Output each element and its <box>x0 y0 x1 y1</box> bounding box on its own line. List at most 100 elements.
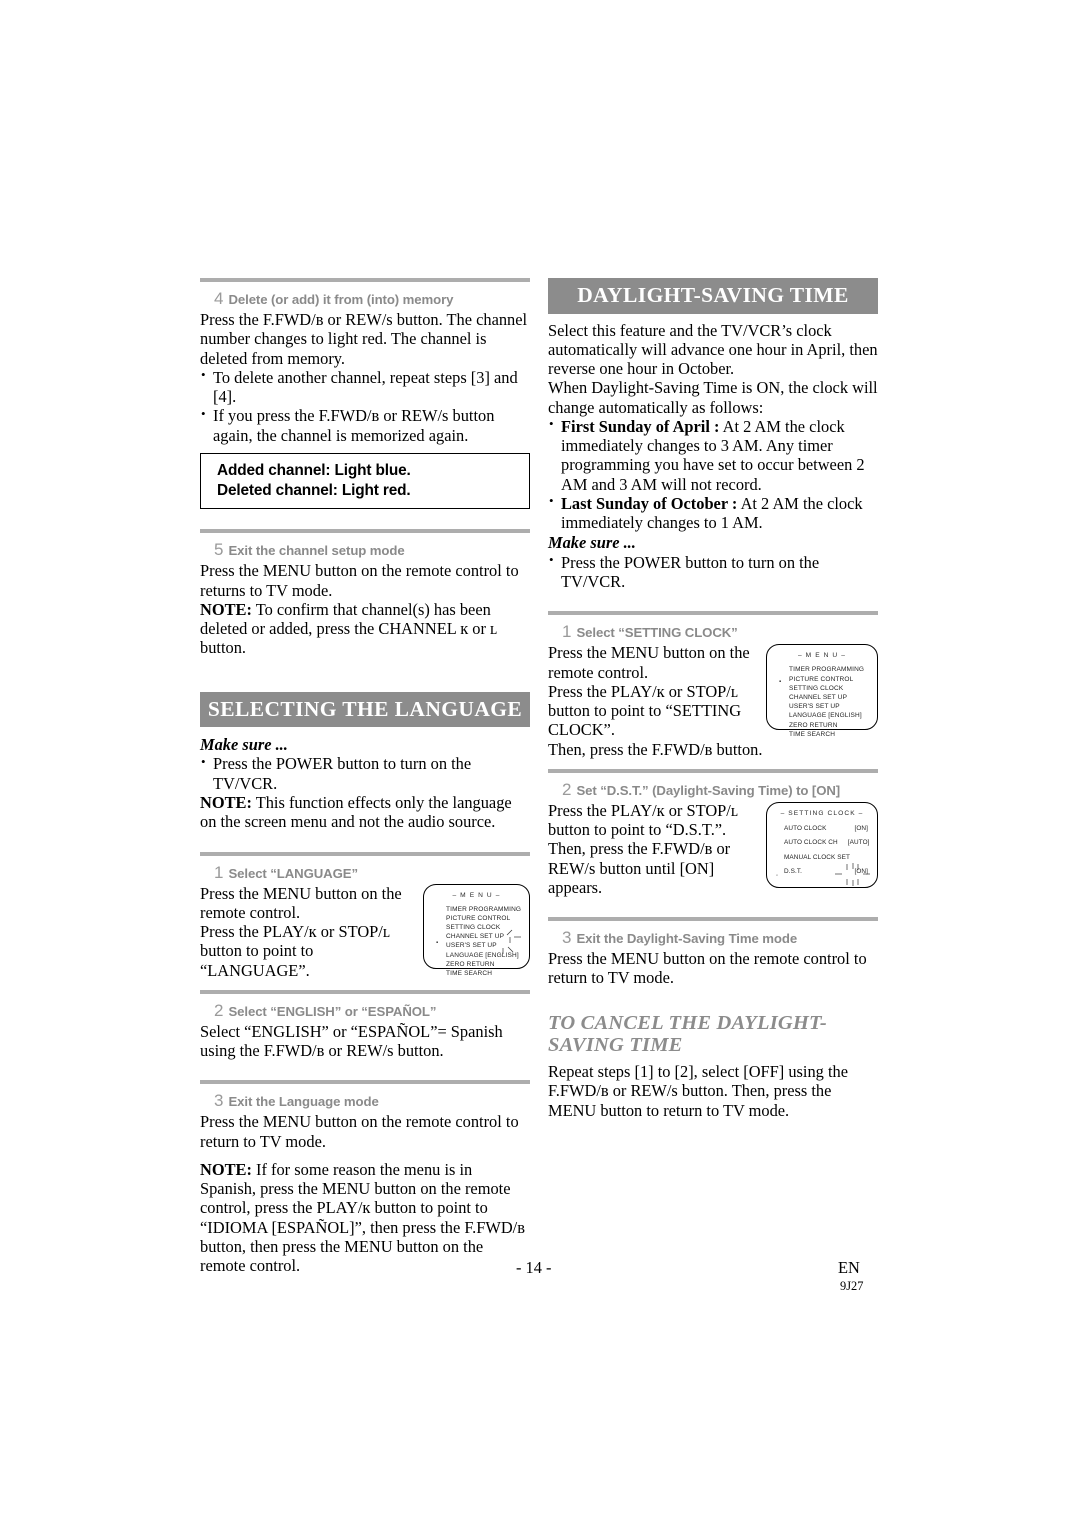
step-number: 1 <box>562 622 572 642</box>
dst-step1-paragraph1: Press the MENU button on the remote cont… <box>548 643 750 682</box>
callout-line-deleted: Deleted channel: Light red. <box>217 481 411 499</box>
step-label: Exit the Daylight-Saving Time mode <box>576 931 798 947</box>
section-divider <box>200 529 530 534</box>
section-divider <box>200 989 530 994</box>
section-divider <box>548 611 878 616</box>
note-label: NOTE: <box>200 599 252 619</box>
osd-menu-item: LANGUAGE [ENGLISH] <box>789 712 862 720</box>
dst-step1-paragraph3: Then, press the F.FWD/в button. <box>548 739 763 759</box>
osd-menu-item: CHANNEL SET UP <box>446 933 505 941</box>
manual-page: 4 Delete (or add) it from (into) memory P… <box>0 0 1080 1528</box>
list-item: If you press the F.FWD/в or REW/ѕ button… <box>200 406 530 445</box>
dst-intro-paragraph-2: When Daylight-Saving Time is ON, the clo… <box>548 378 878 417</box>
osd-menu-figure-language: – M E N U – TIMER PROGRAMMING PICTURE CO… <box>423 883 530 977</box>
language-code: EN <box>838 1258 860 1277</box>
dst-step1-block: 1 Select “SETTING CLOCK” Press the MENU b… <box>548 622 878 759</box>
section-divider <box>200 851 530 856</box>
make-sure-heading: Make sure ... <box>548 533 636 553</box>
step-number: 3 <box>562 928 572 948</box>
osd-menu-item: PICTURE CONTROL <box>446 914 511 922</box>
list-item: To delete another channel, repeat steps … <box>200 367 530 407</box>
list-item: Press the POWER button to turn on the TV… <box>548 552 878 592</box>
step5-paragraph: Press the MENU button on the remote cont… <box>200 561 519 600</box>
language-step1-block: 1 Select “LANGUAGE” Press the MENU button… <box>200 863 530 980</box>
cancel-dst-paragraph: Repeat steps [1] to [2], select [OFF] us… <box>548 1061 848 1120</box>
osd-menu-item: TIMER PROGRAMMING <box>789 666 865 674</box>
step-number: 5 <box>214 540 224 560</box>
step-header-exit-language-mode: 3 Exit the Language mode <box>200 1091 530 1111</box>
step-number: 2 <box>214 1000 224 1020</box>
step5-note: NOTE: To confirm that channel(s) has bee… <box>200 600 530 658</box>
step-label: Exit the Language mode <box>228 1094 379 1110</box>
osd-menu-item-selected: LANGUAGE [ENGLISH] <box>446 951 519 959</box>
step-header-select-setting-clock: 1 Select “SETTING CLOCK” <box>548 622 878 642</box>
osd-clock-rows: AUTO CLOCK [ON] AUTO CLOCK CH [AUTO] MAN… <box>767 824 877 876</box>
list-item: Last Sunday of October : At 2 AM the clo… <box>548 493 878 533</box>
list-item-bold-lead: Last Sunday of October : <box>561 493 738 513</box>
list-item: Press the POWER button to turn on the TV… <box>200 754 530 793</box>
step-number: 3 <box>214 1091 224 1111</box>
osd-row-value: [ON] <box>854 824 868 832</box>
document-code: 9J27 <box>840 1279 864 1293</box>
make-sure-heading: Make sure ... <box>200 735 288 755</box>
osd-title: – M E N U – <box>797 652 846 660</box>
osd-clock-row: AUTO CLOCK CH [AUTO] <box>784 839 869 847</box>
osd-row-label: AUTO CLOCK CH <box>784 839 838 847</box>
callout-line-added: Added channel: Light blue. <box>217 461 411 479</box>
osd-menu-item: ZERO RETURN <box>789 721 838 729</box>
section-divider <box>200 1080 530 1085</box>
osd-row-label: MANUAL CLOCK SET <box>784 853 850 861</box>
channel-color-callout: Added channel: Light blue. Deleted chann… <box>200 452 530 510</box>
step4-paragraph: Press the F.FWD/в or REW/ѕ button. The c… <box>200 310 528 368</box>
section-divider <box>548 768 878 773</box>
right-column: DAYLIGHT-SAVING TIME Select this feature… <box>548 278 878 1120</box>
step-label: Select “ENGLISH” or “ESPAÑOL” <box>228 1003 437 1019</box>
step-header-select-english-espanol: 2 Select “ENGLISH” or “ESPAÑOL” <box>200 1001 530 1021</box>
osd-menu-item: TIME SEARCH <box>789 730 836 738</box>
language-note: NOTE: This function effects only the lan… <box>200 793 530 832</box>
osd-menu-item: PICTURE CONTROL <box>789 675 854 683</box>
osd-title: – M E N U – <box>452 891 501 899</box>
note-label: NOTE: <box>200 1159 252 1179</box>
osd-menu-item: ZERO RETURN <box>446 960 495 968</box>
osd-menu-item: USER'S SET UP <box>789 703 840 711</box>
section-banner-selecting-the-language: SELECTING THE LANGUAGE <box>200 691 530 728</box>
step-header-exit-dst-mode: 3 Exit the Daylight-Saving Time mode <box>548 928 878 948</box>
dst-step3-paragraph: Press the MENU button on the remote cont… <box>548 949 867 988</box>
osd-clock-row: AUTO CLOCK [ON] <box>784 824 868 832</box>
left-column: 4 Delete (or add) it from (into) memory P… <box>200 278 530 1276</box>
step-label: Delete (or add) it from (into) memory <box>228 292 454 307</box>
language-step2-paragraph: Select “ENGLISH” or “ESPAÑOL”= Spanish u… <box>200 1021 503 1061</box>
dst-step1-paragraph2: Press the PLAY/к or STOP/ʟ button to poi… <box>548 681 742 740</box>
dst-step2-block: 2 Set “D.S.T.” (Daylight-Saving Time) to … <box>548 780 878 897</box>
step-header-delete-add: 4 Delete (or add) it from (into) memory <box>200 289 530 309</box>
language-step1-paragraph1: Press the MENU button on the remote cont… <box>200 883 402 922</box>
dst-intro-paragraph-1: Select this feature and the TV/VCR’s clo… <box>548 320 878 379</box>
step-label: Select “SETTING CLOCK” <box>576 625 738 641</box>
section-divider <box>200 278 530 282</box>
step4-bullet-list: To delete another channel, repeat steps … <box>200 367 530 445</box>
osd-menu-items: TIMER PROGRAMMING PICTURE CONTROL SETTIN… <box>424 905 529 979</box>
osd-row-label: D.S.T. <box>784 868 802 876</box>
section-banner-daylight-saving-time: DAYLIGHT-SAVING TIME <box>548 278 878 314</box>
make-sure-bullets: Press the POWER button to turn on the TV… <box>200 754 530 793</box>
list-item-bold-lead: First Sunday of April : <box>561 416 720 436</box>
step-header-exit-channel-setup: 5 Exit the channel setup mode <box>200 540 530 560</box>
osd-row-value: [ON] <box>854 868 868 876</box>
osd-row-label: AUTO CLOCK <box>784 824 827 832</box>
step-header-select-language: 1 Select “LANGUAGE” <box>200 863 530 883</box>
section-divider <box>548 917 878 922</box>
step-label: Exit the channel setup mode <box>228 543 405 559</box>
osd-setting-clock-figure: – SETTING CLOCK – AUTO CLOCK [ON] AUTO C… <box>766 801 878 888</box>
osd-menu-item: CHANNEL SET UP <box>789 693 848 701</box>
osd-title: – SETTING CLOCK – <box>780 809 864 817</box>
osd-clock-row-selected: D.S.T. [ON] <box>784 868 868 876</box>
osd-menu-item: USER'S SET UP <box>446 942 497 950</box>
step-number: 4 <box>214 289 224 308</box>
step-number: 1 <box>214 862 224 882</box>
osd-menu-item: SETTING CLOCK <box>446 923 501 931</box>
step-number: 2 <box>562 779 572 799</box>
osd-cursor-icon: ◦ <box>776 872 779 879</box>
osd-menu-item-selected: SETTING CLOCK <box>789 684 844 692</box>
make-sure-bullets: Press the POWER button to turn on the TV… <box>548 552 878 592</box>
